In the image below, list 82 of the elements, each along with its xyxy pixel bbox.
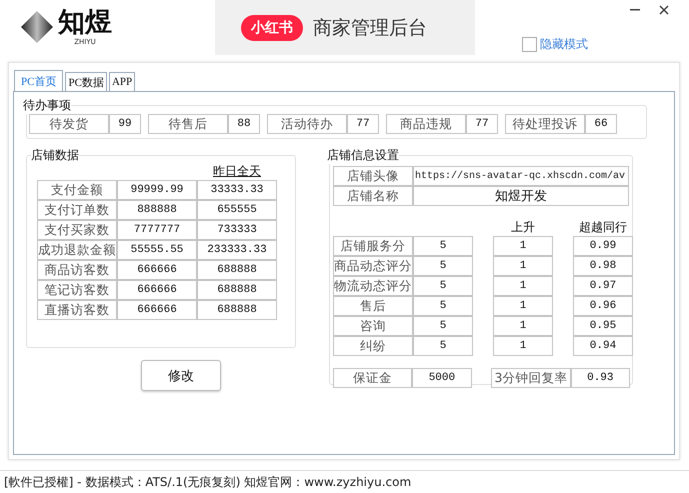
deposit-field[interactable]: 5000 (412, 368, 472, 388)
group-title: 店铺信息设置 (327, 147, 399, 164)
column-header: 超越同行 (578, 220, 628, 236)
peer-rate-field[interactable]: 0.98 (573, 256, 633, 276)
column-header: 上升 (510, 220, 536, 236)
score-field[interactable]: 5 (413, 296, 473, 316)
peer-rate-field[interactable]: 0.96 (573, 296, 633, 316)
todo-count: 66 (585, 114, 617, 134)
todo-count: 99 (109, 114, 141, 134)
column-header: 昨日全天 (212, 164, 262, 180)
peer-rate-field[interactable]: 0.95 (573, 316, 633, 336)
score-label: 咨询 (333, 316, 413, 336)
field-label: 3分钟回复率 (491, 368, 571, 388)
todo-count: 77 (347, 114, 379, 134)
table-cell: 商品访客数 (37, 260, 117, 280)
table-cell: 99999.99 (117, 180, 197, 200)
table-cell: 支付买家数 (37, 220, 117, 240)
peer-rate-field[interactable]: 0.94 (573, 336, 633, 356)
todo-label: 待售后 (148, 114, 228, 134)
table-cell: 733333 (197, 220, 277, 240)
score-label: 纠纷 (333, 336, 413, 356)
todo-label: 商品违规 (386, 114, 466, 134)
todo-label: 待发货 (29, 114, 109, 134)
hide-mode-checkbox[interactable] (522, 37, 537, 52)
tab[interactable]: APP (108, 72, 136, 91)
table-cell: 支付金额 (37, 180, 117, 200)
logo-icon (20, 10, 54, 44)
table-cell: 233333.33 (197, 240, 277, 260)
minimize-icon[interactable] (630, 9, 640, 11)
table-cell: 666666 (117, 280, 197, 300)
group-title: 待办事项 (23, 97, 71, 114)
field-label: 店铺名称 (333, 186, 413, 206)
table-cell: 55555.55 (117, 240, 197, 260)
table-cell: 666666 (117, 260, 197, 280)
todo-count: 77 (466, 114, 498, 134)
hide-mode-label[interactable]: 隐藏模式 (540, 36, 588, 53)
score-field[interactable]: 5 (413, 276, 473, 296)
close-icon[interactable] (659, 5, 669, 15)
rise-field[interactable]: 1 (493, 316, 553, 336)
table-cell: 666666 (117, 300, 197, 320)
todo-label: 待处理投诉 (505, 114, 585, 134)
todo-label: 活动待办 (267, 114, 347, 134)
tab[interactable]: PC首页 (14, 70, 64, 91)
table-cell: 成功退款金额 (37, 240, 117, 260)
table-cell: 655555 (197, 200, 277, 220)
table-cell: 支付订单数 (37, 200, 117, 220)
rise-field[interactable]: 1 (493, 256, 553, 276)
score-label: 售后 (333, 296, 413, 316)
table-cell: 688888 (197, 300, 277, 320)
score-label: 店铺服务分 (333, 236, 413, 256)
table-cell: 688888 (197, 280, 277, 300)
group-title: 店铺数据 (31, 147, 79, 164)
reply-rate-field[interactable]: 0.93 (570, 368, 630, 388)
rise-field[interactable]: 1 (493, 296, 553, 316)
edit-button[interactable]: 修改 (141, 360, 221, 391)
score-label: 物流动态评分 (333, 276, 413, 296)
score-field[interactable]: 5 (413, 256, 473, 276)
peer-rate-field[interactable]: 0.97 (573, 276, 633, 296)
table-cell: 直播访客数 (37, 300, 117, 320)
score-field[interactable]: 5 (413, 236, 473, 256)
field-label: 店铺头像 (333, 166, 413, 186)
todo-count: 88 (228, 114, 260, 134)
banner-title: 商家管理后台 (313, 16, 427, 40)
rise-field[interactable]: 1 (493, 276, 553, 296)
table-cell: 888888 (117, 200, 197, 220)
logo-text: 知煜 (58, 8, 112, 38)
status-bar: [軟件已授權] - 数据模式：ATS/.1(无痕复刻) 知煜官网：www.zyzhiyu.com (0, 470, 689, 493)
table-cell: 688888 (197, 260, 277, 280)
peer-rate-field[interactable]: 0.99 (573, 236, 633, 256)
score-field[interactable]: 5 (413, 316, 473, 336)
store-name-field[interactable]: 知煜开发 (413, 186, 629, 206)
brand-badge: 小红书 (241, 14, 303, 40)
score-label: 商品动态评分 (333, 256, 413, 276)
table-cell: 33333.33 (197, 180, 277, 200)
table-cell: 笔记访客数 (37, 280, 117, 300)
tab[interactable]: PC数据 (65, 72, 107, 91)
score-field[interactable]: 5 (413, 336, 473, 356)
field-label: 保证金 (333, 368, 412, 388)
rise-field[interactable]: 1 (493, 236, 553, 256)
avatar-url-field[interactable]: https://sns-avatar-qc.xhscdn.com/av (413, 166, 629, 186)
rise-field[interactable]: 1 (493, 336, 553, 356)
table-cell: 7777777 (117, 220, 197, 240)
